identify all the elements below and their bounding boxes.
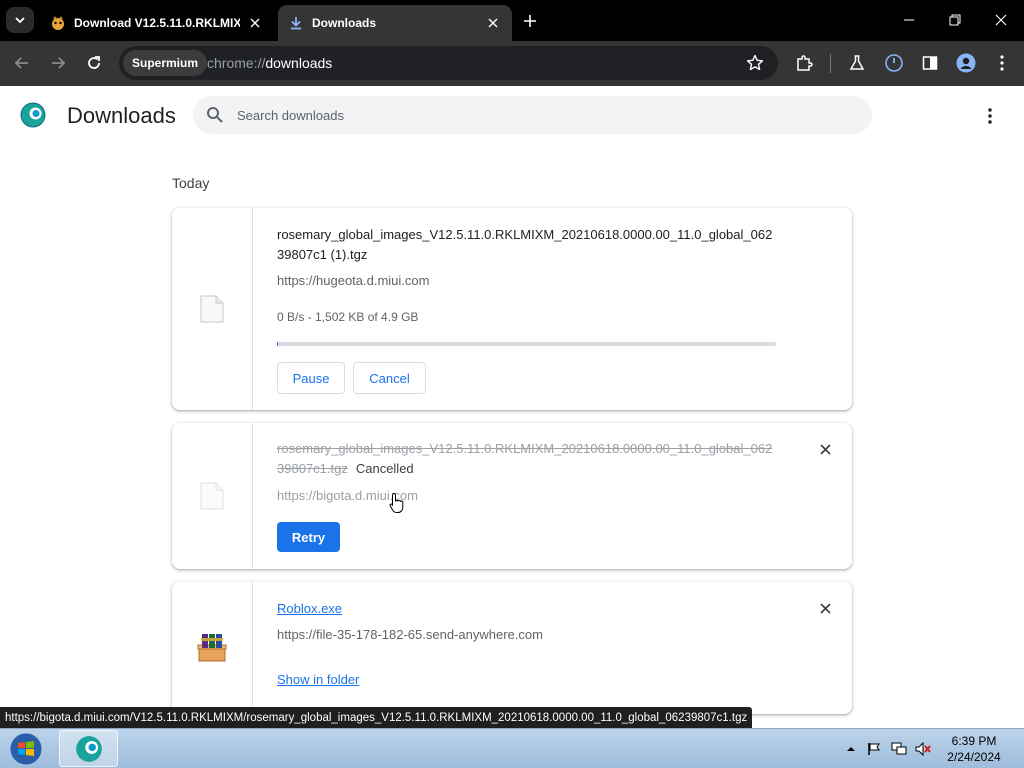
puzzle-piece-icon [797, 55, 813, 71]
toolbar-divider [830, 54, 831, 73]
show-hidden-icons-button[interactable] [843, 741, 859, 757]
search-icon [207, 107, 223, 123]
restore-icon [949, 14, 961, 26]
windows-taskbar: 6:39 PM 2/24/2024 [0, 728, 1024, 768]
side-panel-button[interactable] [916, 49, 944, 77]
progress-bar [277, 342, 776, 346]
volume-button[interactable] [915, 741, 931, 757]
system-clock[interactable]: 6:39 PM 2/24/2024 [938, 733, 1010, 765]
url-scheme: chrome:// [207, 55, 266, 71]
file-icon [200, 482, 224, 510]
file-name-line: rosemary_global_images_V12.5.11.0.RKLMIX… [277, 439, 777, 479]
browser-menu-button[interactable] [988, 49, 1016, 77]
url-text[interactable]: chrome://downloads [207, 55, 332, 71]
download-item: rosemary_global_images_V12.5.11.0.RKLMIX… [172, 423, 852, 569]
power-icon [885, 54, 903, 72]
status-text: Cancelled [355, 461, 414, 476]
start-button[interactable] [6, 732, 46, 766]
file-name[interactable]: rosemary_global_images_V12.5.11.0.RKLMIX… [277, 225, 777, 265]
file-icon-column [172, 423, 253, 569]
source-url: https://hugeota.d.miui.com [277, 273, 430, 288]
chevron-down-icon [15, 17, 25, 24]
file-icon [200, 295, 224, 323]
winrar-archive-icon [197, 634, 227, 662]
site-chip[interactable]: Supermium [123, 50, 208, 76]
more-vertical-icon [1000, 55, 1004, 71]
search-box[interactable] [193, 96, 872, 134]
reload-button[interactable] [80, 49, 108, 77]
network-icon [891, 742, 907, 755]
taskbar-supermium-button[interactable] [59, 730, 118, 767]
tab-title: Downloads [312, 16, 377, 30]
volume-muted-icon [915, 742, 931, 756]
labs-button[interactable] [843, 49, 871, 77]
clock-date: 2/24/2024 [947, 750, 1001, 764]
close-icon [819, 443, 831, 455]
download-icon [288, 15, 304, 31]
arrow-left-icon [14, 57, 28, 69]
hand-cursor-icon [389, 492, 404, 513]
network-button[interactable] [891, 741, 907, 757]
file-icon-column [172, 208, 253, 410]
restore-button[interactable] [932, 0, 978, 40]
minimize-button[interactable] [886, 0, 932, 40]
link-status-bubble: https://bigota.d.miui.com/V12.5.11.0.RKL… [0, 707, 753, 728]
show-in-folder-link[interactable]: Show in folder [277, 672, 359, 687]
supermium-logo-icon [75, 735, 102, 762]
title-bar: Download V12.5.11.0.RKLMIXM Downloads [0, 0, 1024, 41]
more-vertical-icon [988, 108, 992, 124]
file-icon-column [172, 582, 253, 714]
windows-logo-icon [9, 732, 43, 766]
file-name-link[interactable]: Roblox.exe [277, 601, 342, 616]
close-icon [819, 602, 831, 614]
action-center-button[interactable] [866, 741, 882, 757]
extension-power-button[interactable] [880, 49, 908, 77]
extensions-button[interactable] [790, 49, 818, 77]
file-name: rosemary_global_images_V12.5.11.0.RKLMIX… [277, 441, 773, 476]
url-path: downloads [265, 55, 333, 71]
pause-button[interactable]: Pause [277, 362, 345, 394]
date-heading: Today [172, 175, 210, 191]
close-tab-icon[interactable] [246, 14, 264, 32]
reload-icon [88, 56, 100, 69]
arrow-right-icon [52, 57, 66, 69]
source-url: https://file-35-178-182-65.send-anywhere… [277, 627, 543, 642]
side-panel-icon [922, 56, 938, 70]
remove-item-button[interactable] [816, 440, 834, 458]
plus-icon [524, 15, 536, 27]
search-input[interactable] [237, 96, 837, 134]
browser-toolbar: Supermium chrome://downloads [0, 41, 1024, 86]
bookmark-star-button[interactable] [744, 52, 766, 74]
forward-button[interactable] [44, 49, 72, 77]
tab-title: Download V12.5.11.0.RKLMIXM [74, 16, 240, 30]
new-tab-button[interactable] [518, 10, 542, 32]
chevron-up-icon [847, 747, 855, 751]
retry-button[interactable]: Retry [277, 522, 340, 552]
clock-time: 6:39 PM [951, 734, 997, 748]
site-favicon-icon [50, 15, 66, 31]
address-bar[interactable]: Supermium chrome://downloads [119, 46, 778, 80]
download-item: rosemary_global_images_V12.5.11.0.RKLMIX… [172, 208, 852, 410]
tab-download-page[interactable]: Download V12.5.11.0.RKLMIXM [40, 5, 274, 41]
download-item: Roblox.exe https://file-35-178-182-65.se… [172, 582, 852, 714]
minimize-icon [904, 19, 914, 21]
downloads-header: Downloads [0, 86, 1024, 146]
remove-item-button[interactable] [816, 599, 834, 617]
tab-search-button[interactable] [6, 7, 34, 33]
supermium-logo-icon [20, 102, 46, 128]
close-icon [995, 14, 1007, 26]
downloads-menu-button[interactable] [978, 104, 1002, 128]
close-tab-icon[interactable] [484, 14, 502, 32]
back-button[interactable] [8, 49, 36, 77]
close-window-button[interactable] [978, 0, 1024, 40]
page-title: Downloads [67, 103, 176, 128]
profile-button[interactable] [952, 49, 980, 77]
progress-text: 0 B/s - 1,502 KB of 4.9 GB [277, 310, 419, 324]
tab-downloads[interactable]: Downloads [278, 5, 512, 41]
avatar-icon [956, 53, 976, 73]
flask-icon [849, 55, 865, 70]
flag-icon [868, 743, 880, 755]
cancel-button[interactable]: Cancel [353, 362, 426, 394]
star-icon [746, 54, 764, 71]
